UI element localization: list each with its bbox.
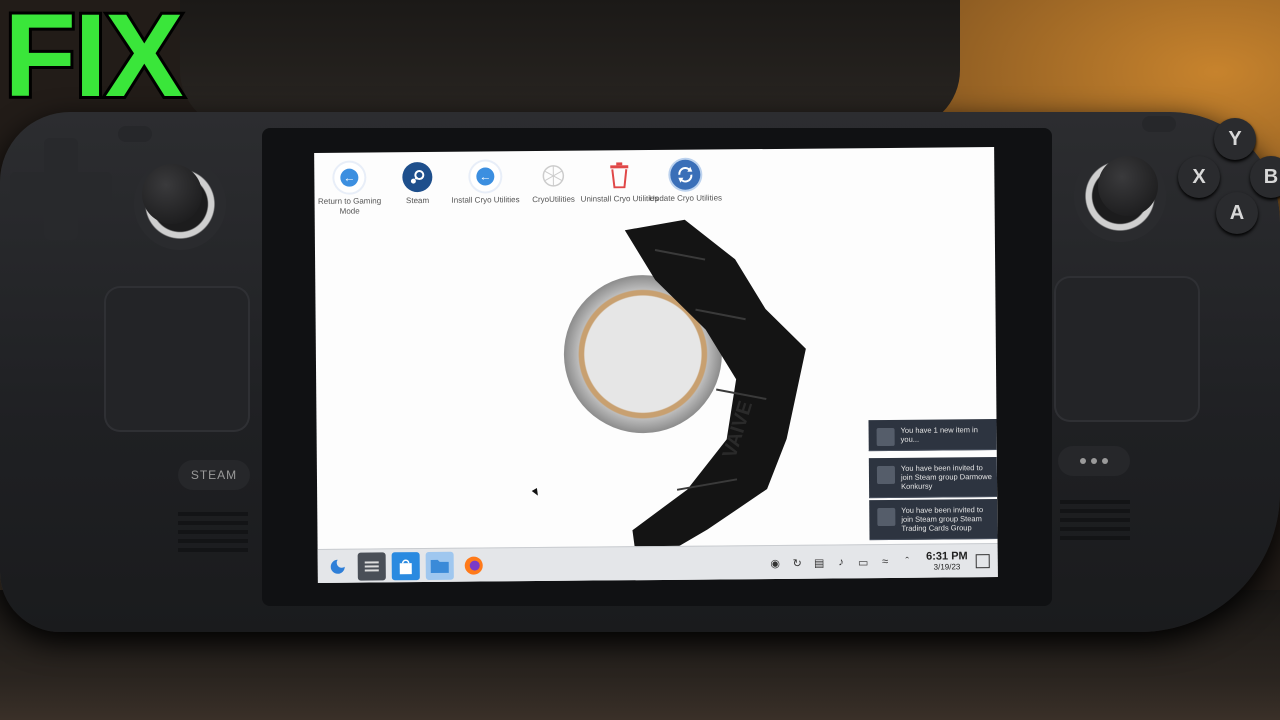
- desktop-screen: ← Return to Gaming Mode Steam ← Install …: [314, 147, 998, 583]
- notification-item[interactable]: You have been invited to join Steam grou…: [868, 457, 998, 499]
- update-tray-icon[interactable]: ↻: [790, 556, 804, 570]
- clock-time: 6:31 PM: [926, 550, 968, 563]
- file-manager-icon[interactable]: [425, 551, 454, 581]
- view-button[interactable]: [118, 126, 152, 142]
- chevron-up-icon[interactable]: ˆ: [900, 555, 914, 569]
- desktop-icon-install-cryo-utilities[interactable]: ← Install Cryo Utilities: [446, 161, 524, 206]
- volume-icon[interactable]: ♪: [834, 555, 848, 569]
- left-speaker-grille: [178, 512, 248, 552]
- app-launcher-icon[interactable]: [324, 553, 352, 581]
- back-arrow-icon: ←: [334, 162, 365, 193]
- photo-cloth-top: [180, 0, 960, 130]
- trash-icon: [604, 160, 634, 190]
- y-button[interactable]: Y: [1214, 118, 1256, 160]
- desktop-icon-label: Steam: [405, 195, 430, 206]
- firefox-icon[interactable]: [460, 551, 488, 579]
- system-tray: ◉ ↻ ▤ ♪ ▭ ≈ ˆ 6:31 PM 3/19/23: [768, 544, 990, 580]
- quick-access-button[interactable]: [1058, 446, 1130, 476]
- steam-icon: [402, 161, 433, 193]
- right-speaker-grille: [1060, 500, 1130, 540]
- mouse-cursor: [531, 488, 541, 498]
- steam-button[interactable]: STEAM: [178, 460, 250, 490]
- show-desktop-icon[interactable]: [975, 554, 990, 569]
- notification-text: You have 1 new item in you...: [900, 425, 978, 444]
- left-trackpad[interactable]: [104, 286, 250, 432]
- system-settings-icon[interactable]: [357, 552, 386, 581]
- notification-text: You have been invited to join Steam grou…: [901, 505, 984, 533]
- notification-text: You have been invited to join Steam grou…: [900, 463, 992, 491]
- clock[interactable]: 6:31 PM 3/19/23: [926, 550, 968, 572]
- clock-date: 3/19/23: [933, 562, 961, 572]
- dpad-vertical[interactable]: [44, 138, 78, 240]
- group-avatar-icon: [876, 465, 896, 485]
- cryo-icon: [538, 161, 568, 191]
- right-thumbstick[interactable]: [1074, 150, 1166, 242]
- discover-store-icon[interactable]: [391, 552, 420, 581]
- clipboard-icon[interactable]: ▤: [812, 556, 826, 570]
- group-avatar-icon: [877, 507, 896, 527]
- black-tape-strip: VAIVE: [624, 219, 806, 551]
- left-thumbstick[interactable]: [134, 158, 226, 250]
- right-trackpad[interactable]: [1054, 276, 1200, 422]
- notification-item[interactable]: You have been invited to join Steam grou…: [869, 499, 998, 541]
- back-arrow-icon: ←: [470, 161, 501, 192]
- x-button[interactable]: X: [1178, 156, 1220, 198]
- steam-tray-icon[interactable]: ◉: [768, 556, 782, 570]
- gift-icon: [876, 427, 895, 447]
- update-icon: [670, 159, 701, 190]
- thumbnail-title: FIX: [1, 0, 187, 122]
- desktop-icon-label: Install Cryo Utilities: [451, 195, 520, 205]
- battery-icon[interactable]: ▭: [856, 555, 870, 569]
- desktop-icon-steam[interactable]: Steam: [378, 161, 456, 207]
- desktop-icon-label: Return to Gaming Mode: [317, 196, 382, 216]
- notification-item[interactable]: You have 1 new item in you...: [868, 419, 997, 452]
- menu-button[interactable]: [1142, 116, 1176, 132]
- wifi-icon[interactable]: ≈: [878, 555, 892, 569]
- a-button[interactable]: A: [1216, 192, 1258, 234]
- taskbar: ◉ ↻ ▤ ♪ ▭ ≈ ˆ 6:31 PM 3/19/23: [317, 543, 998, 583]
